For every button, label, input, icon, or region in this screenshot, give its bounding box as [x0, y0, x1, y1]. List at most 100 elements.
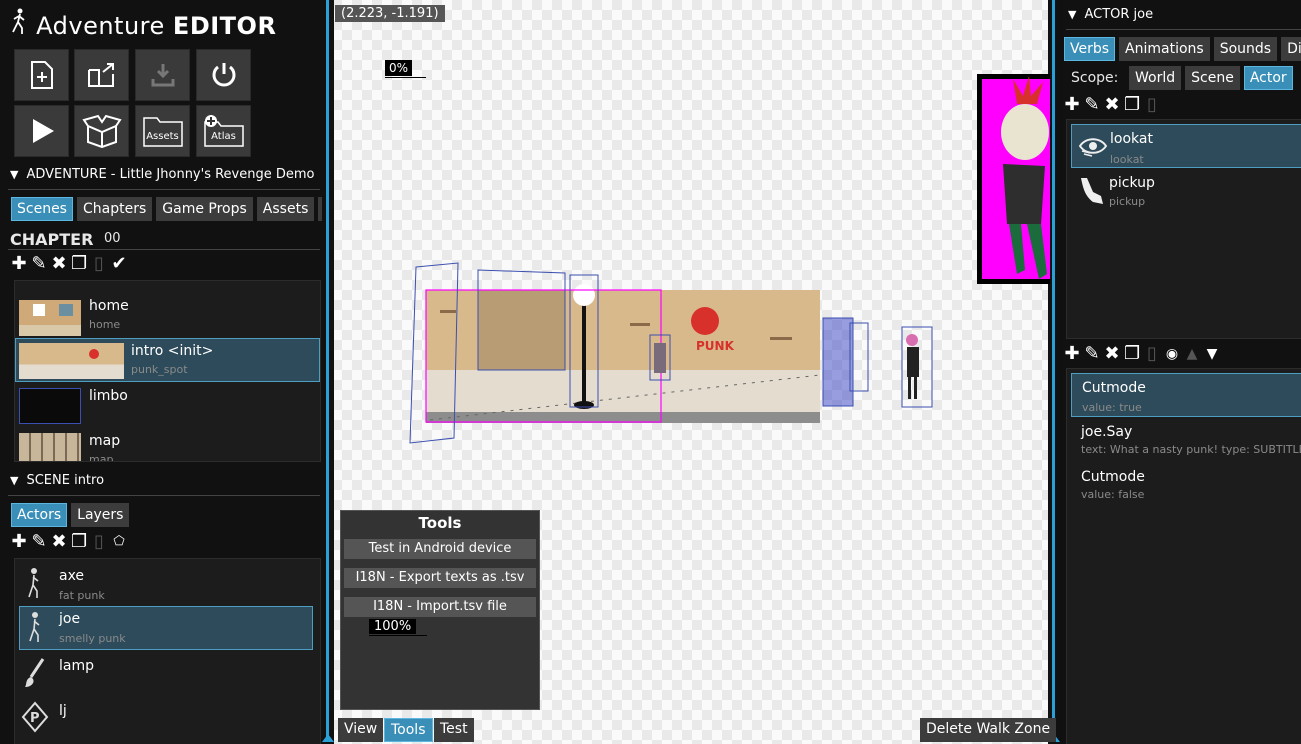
- scene-preview[interactable]: PUNK: [400, 255, 950, 450]
- graffiti-text: PUNK: [696, 339, 735, 353]
- add-icon[interactable]: ✚: [11, 533, 27, 551]
- delete-icon[interactable]: ✖: [1104, 345, 1120, 363]
- tab-animations[interactable]: Animations: [1119, 37, 1210, 61]
- open-project-button[interactable]: [74, 49, 129, 101]
- list-item[interactable]: limbo: [15, 383, 320, 427]
- scope-label: Scope:: [1071, 70, 1119, 86]
- move-up-icon[interactable]: ▲: [1184, 345, 1200, 363]
- delete-icon[interactable]: ✖: [51, 255, 67, 273]
- package-button[interactable]: [74, 105, 129, 157]
- delete-icon[interactable]: ✖: [51, 533, 67, 551]
- save-project-button[interactable]: [135, 49, 190, 101]
- scene-thumbnail: [19, 300, 81, 336]
- tab-sounds[interactable]: Sounds: [1213, 37, 1278, 61]
- verb-id: pickup: [1109, 195, 1146, 208]
- paste-icon[interactable]: ▯: [1144, 345, 1160, 363]
- list-item[interactable]: P lj: [15, 698, 320, 742]
- tab-verbs[interactable]: Verbs: [1064, 37, 1116, 61]
- list-item[interactable]: lookat lookat: [1071, 124, 1301, 168]
- test-button[interactable]: Test: [434, 718, 474, 742]
- list-item[interactable]: pickup pickup: [1071, 170, 1301, 214]
- copy-icon[interactable]: ❐: [1124, 345, 1140, 363]
- adventure-header[interactable]: ▼ ADVENTURE - Little Jhonny's Revenge Dem…: [10, 167, 322, 182]
- import-tsv-button[interactable]: I18N - Import.tsv file: [344, 597, 536, 617]
- copy-icon[interactable]: ❐: [71, 255, 87, 273]
- right-panel: ▼ACTOR joe Verbs Animations Sounds Dialo…: [1063, 0, 1301, 744]
- tab-layers[interactable]: Layers: [71, 503, 130, 527]
- action-tools: ✚ ✎ ✖ ❐ ▯ ◉ ▲ ▼: [1064, 345, 1220, 363]
- paste-icon[interactable]: ▯: [91, 255, 107, 273]
- list-item[interactable]: Cutmode value: true: [1071, 373, 1301, 417]
- export-tsv-button[interactable]: I18N - Export texts as .tsv: [344, 568, 536, 588]
- verb-name: pickup: [1109, 175, 1155, 191]
- scope-world-button[interactable]: World: [1129, 66, 1182, 90]
- scope-scene-button[interactable]: Scene: [1185, 66, 1240, 90]
- axe-bounds[interactable]: [822, 317, 854, 407]
- list-item[interactable]: joe smelly punk: [19, 606, 313, 650]
- atlas-button[interactable]: Atlas: [196, 105, 251, 157]
- edit-icon[interactable]: ✎: [31, 255, 47, 273]
- list-item[interactable]: joe.Say text: What a nasty punk! type: S…: [1071, 418, 1301, 462]
- scene-tools: ✚ ✎ ✖ ❐ ▯ ✔: [11, 255, 127, 273]
- play-button[interactable]: [14, 105, 69, 157]
- set-init-icon[interactable]: ✔: [111, 255, 127, 273]
- move-down-icon[interactable]: ▼: [1204, 345, 1220, 363]
- scene-list: home home intro <init> punk_spot limbo m…: [14, 280, 321, 462]
- list-item[interactable]: axe fat punk: [15, 563, 320, 607]
- view-button[interactable]: View: [338, 718, 384, 742]
- adventure-tabs: Scenes Chapters Game Props Assets Re: [11, 197, 349, 221]
- test-android-button[interactable]: Test in Android device: [344, 539, 536, 559]
- action-detail: text: What a nasty punk! type: SUBTITLE: [1081, 443, 1301, 456]
- action-list: Cutmode value: true joe.Say text: What a…: [1066, 368, 1301, 744]
- exit-button[interactable]: [196, 49, 251, 101]
- scene-name: limbo: [89, 388, 128, 404]
- actor-tools: ✚ ✎ ✖ ❐ ▯ ⬠: [11, 533, 127, 551]
- delete-walk-zone-button[interactable]: Delete Walk Zone: [920, 718, 1057, 742]
- assets-button[interactable]: Assets: [135, 105, 190, 157]
- delete-icon[interactable]: ✖: [1104, 96, 1120, 114]
- add-icon[interactable]: ✚: [1064, 96, 1080, 114]
- actor-desc: fat punk: [59, 589, 105, 602]
- left-splitter[interactable]: [322, 0, 334, 744]
- actor-tabs: Verbs Animations Sounds Dialo: [1064, 37, 1301, 61]
- verb-tools: ✚ ✎ ✖ ❐ ▯: [1064, 96, 1160, 114]
- tab-chapters[interactable]: Chapters: [76, 197, 153, 221]
- eye-toggle-icon[interactable]: ◉: [1164, 345, 1180, 363]
- tab-actors[interactable]: Actors: [11, 503, 68, 527]
- list-item[interactable]: Cutmode value: false: [1071, 463, 1301, 507]
- brush-icon: [23, 657, 45, 693]
- scene-id: home: [89, 318, 121, 331]
- list-item[interactable]: lamp: [15, 653, 320, 697]
- actor-list: axe fat punk joe smelly punk lamp P lj: [14, 558, 321, 744]
- add-icon[interactable]: ✚: [11, 255, 27, 273]
- gem-icon[interactable]: ⬠: [111, 533, 127, 551]
- tab-assets[interactable]: Assets: [256, 197, 315, 221]
- progress-bar-top: [385, 77, 426, 78]
- tab-dialogs[interactable]: Dialo: [1281, 37, 1301, 61]
- copy-icon[interactable]: ❐: [1124, 96, 1140, 114]
- scope-actor-button[interactable]: Actor: [1243, 66, 1293, 90]
- list-item[interactable]: home home: [15, 295, 320, 339]
- paste-icon[interactable]: ▯: [91, 533, 107, 551]
- tab-scenes[interactable]: Scenes: [11, 197, 73, 221]
- tools-button[interactable]: Tools: [384, 718, 433, 742]
- edit-icon[interactable]: ✎: [31, 533, 47, 551]
- progress-label-tools: 100%: [369, 619, 417, 634]
- chapter-select[interactable]: 00: [104, 231, 121, 246]
- list-item[interactable]: map map: [15, 428, 320, 461]
- scene-tabs: Actors Layers: [11, 503, 130, 527]
- tab-game-props[interactable]: Game Props: [156, 197, 253, 221]
- new-project-button[interactable]: [14, 49, 69, 101]
- paste-icon[interactable]: ▯: [1144, 96, 1160, 114]
- list-item[interactable]: intro <init> punk_spot: [15, 338, 320, 382]
- obstacle-icon: P: [21, 701, 49, 737]
- atlas-button-label: Atlas: [211, 131, 236, 142]
- actor-header[interactable]: ▼ ACTOR joe: [1068, 7, 1153, 22]
- copy-icon[interactable]: ❐: [71, 533, 87, 551]
- edit-icon[interactable]: ✎: [1084, 96, 1100, 114]
- new-file-icon: [30, 61, 53, 89]
- power-icon: [212, 63, 235, 87]
- scene-header[interactable]: ▼ SCENE intro: [10, 473, 104, 488]
- edit-icon[interactable]: ✎: [1084, 345, 1100, 363]
- add-icon[interactable]: ✚: [1064, 345, 1080, 363]
